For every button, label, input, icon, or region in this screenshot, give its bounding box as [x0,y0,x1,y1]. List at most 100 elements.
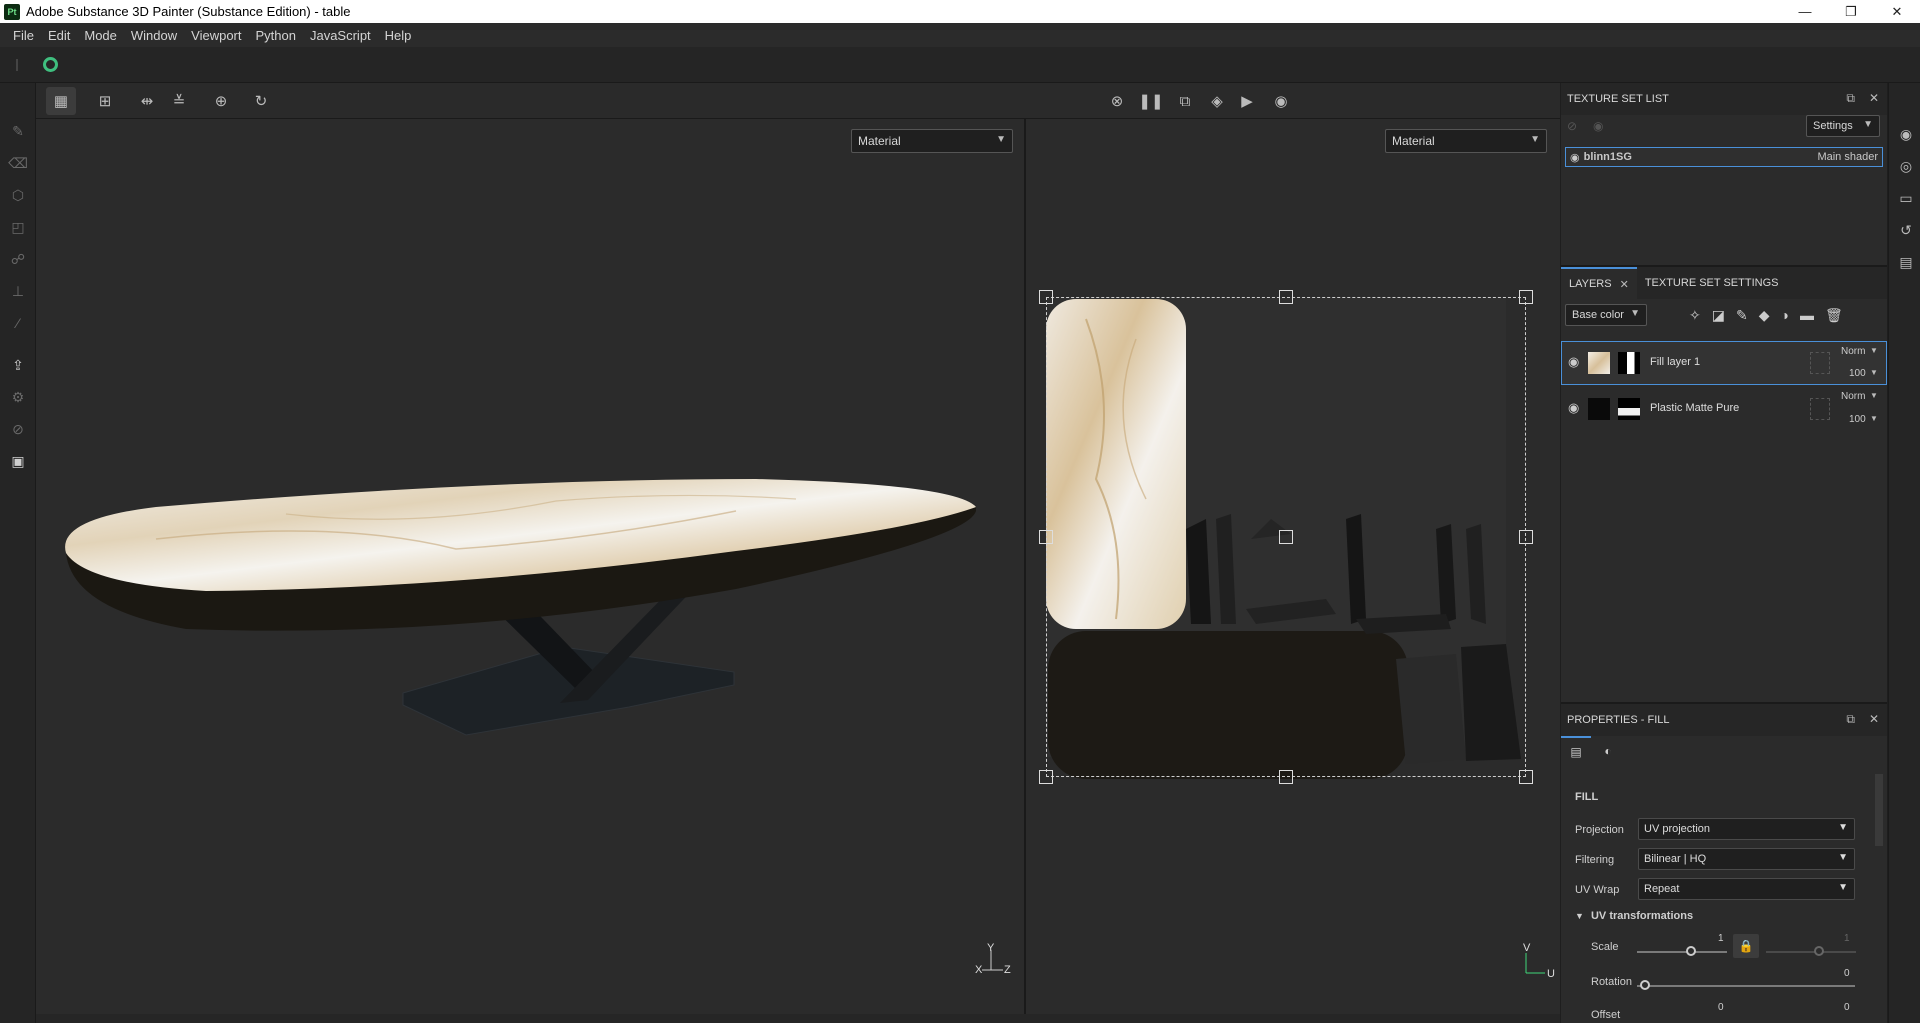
properties-tab-fill-icon[interactable]: ▤ [1561,736,1591,766]
scale-value[interactable]: 1 [1718,933,1724,944]
rotation-value[interactable]: 0 [1844,968,1850,979]
polygon-fill-icon[interactable]: ⊘ [8,419,28,439]
eye-icon[interactable]: ◉ [1593,119,1603,133]
camera-icon[interactable]: ▶ [1232,87,1262,115]
add-folder-icon[interactable]: ▬ [1800,307,1814,324]
close-window-button[interactable]: ✕ [1874,0,1920,23]
shader-settings-icon[interactable]: ◎ [1897,157,1915,175]
transform-handle[interactable] [1279,290,1293,304]
add-effect-icon[interactable]: ✧ [1689,307,1701,324]
rotation-slider-track[interactable] [1637,985,1855,987]
bake-settings-icon[interactable]: ⚙ [8,387,28,407]
offset-u-value[interactable]: 0 [1718,1002,1724,1013]
assets-icon[interactable]: ▭ [1897,189,1915,207]
transform-center-handle[interactable] [1279,530,1293,544]
transform-handle[interactable] [1039,290,1053,304]
log-icon[interactable]: ▤ [1897,253,1915,271]
close-panel-icon[interactable]: ✕ [1869,712,1879,727]
viewport-2d[interactable]: Material ▼ V U [1026,119,1560,1014]
texture-set-item[interactable]: ◉ blinn1SG Main shader [1565,147,1883,167]
symmetry-icon[interactable]: ⇹ [132,87,162,115]
layer-name[interactable]: Plastic Matte Pure [1650,402,1739,414]
display-settings-icon[interactable]: ◉ [1897,125,1915,143]
geometry-fill-icon[interactable]: ◰ [8,217,28,237]
transform-handle[interactable] [1039,770,1053,784]
transform-handle[interactable] [1519,290,1533,304]
grid-view-icon[interactable]: ⊞ [90,87,120,115]
projection-select[interactable]: UV projection ▼ [1638,818,1855,840]
filtering-select[interactable]: Bilinear | HQ ▼ [1638,848,1855,870]
texture-set-settings-select[interactable]: Settings ▼ [1806,115,1880,137]
minimize-button[interactable]: — [1782,0,1828,23]
align-icon[interactable]: ≚ [164,87,194,115]
visibility-eye-icon[interactable]: ◉ [1570,151,1580,164]
scale-slider-knob[interactable] [1686,946,1696,956]
properties-tab-material-icon[interactable]: ◐ [1593,736,1623,766]
float-panel-icon[interactable]: ⧉ [1846,712,1855,727]
layer-visibility-icon[interactable]: ◉ [1568,400,1579,416]
menu-viewport[interactable]: Viewport [184,28,248,43]
history-panel-icon[interactable]: ↺ [1897,221,1915,239]
hide-all-icon[interactable]: ⊘ [1567,119,1577,133]
layer-mask-thumbnail[interactable] [1618,398,1640,420]
layer-mask-thumbnail[interactable] [1618,352,1640,374]
uv-transformations-header[interactable]: ▼ UV transformations [1575,910,1693,922]
rotation-slider-knob[interactable] [1640,980,1650,990]
menu-edit[interactable]: Edit [41,28,77,43]
scale-v-slider-track[interactable] [1766,951,1856,953]
hide-icon[interactable]: ⊗ [1102,87,1132,115]
layer-name[interactable]: Fill layer 1 [1650,356,1700,368]
menu-file[interactable]: File [6,28,41,43]
color-picker-icon[interactable]: ⁄ [8,313,28,333]
restore-button[interactable]: ❐ [1828,0,1874,23]
layer-blend-mode[interactable]: Norm [1841,346,1865,362]
uv-wrap-select[interactable]: Repeat ▼ [1638,878,1855,900]
pause-icon[interactable]: ❚❚ [1136,87,1166,115]
add-paint-layer-icon[interactable]: ✎ [1736,307,1748,324]
export-icon[interactable]: ⇪ [8,355,28,375]
channel-select[interactable]: Base color ▼ [1565,304,1647,326]
paint-brush-icon[interactable]: ✎ [8,121,28,141]
add-view-icon[interactable]: ⊕ [206,87,236,115]
viewport-3d[interactable]: Material ▼ Y X Z [36,119,1024,1014]
scale-slider-track[interactable] [1637,951,1727,953]
history-icon[interactable]: ↻ [246,87,276,115]
menu-javascript[interactable]: JavaScript [303,28,378,43]
screenshot-tool-icon[interactable]: ▣ [8,451,28,471]
single-view-icon[interactable]: ▦ [46,87,76,115]
add-smart-material-icon[interactable]: ◑ [1780,307,1788,324]
layer-opacity[interactable]: 100 [1849,368,1866,384]
close-tab-icon[interactable]: ✕ [1620,278,1629,291]
properties-scrollbar[interactable] [1875,774,1883,846]
cube-icon[interactable]: ◈ [1202,87,1232,115]
smudge-icon[interactable]: ☍ [8,249,28,269]
close-panel-icon[interactable]: ✕ [1869,91,1879,106]
add-fill-layer-icon[interactable]: ◆ [1759,307,1770,324]
lock-ratio-icon[interactable]: 🔒 [1733,934,1759,958]
split-view-icon[interactable]: ⧉ [1170,87,1200,115]
menu-mode[interactable]: Mode [77,28,124,43]
screenshot-icon[interactable]: ◉ [1266,87,1296,115]
transform-handle[interactable] [1519,530,1533,544]
offset-v-value[interactable]: 0 [1844,1002,1850,1013]
tab-layers[interactable]: LAYERS ✕ [1561,267,1637,299]
layer-row[interactable]: ◉ Fill layer 1 Norm ▼ 100 ▼ [1561,341,1887,385]
layer-row[interactable]: ◉ Plastic Matte Pure Norm ▼ 100 ▼ [1561,387,1887,431]
tab-texture-set-settings[interactable]: TEXTURE SET SETTINGS [1637,267,1787,299]
float-panel-icon[interactable]: ⧉ [1846,91,1855,106]
menu-window[interactable]: Window [124,28,184,43]
layer-visibility-icon[interactable]: ◉ [1568,354,1579,370]
layer-opacity[interactable]: 100 [1849,414,1866,430]
status-indicator-icon[interactable] [43,57,58,72]
eraser-icon[interactable]: ⌫ [8,153,28,173]
scale-value-v[interactable]: 1 [1844,933,1850,944]
add-mask-icon[interactable]: ◪ [1712,307,1725,324]
transform-handle[interactable] [1039,530,1053,544]
transform-handle[interactable] [1279,770,1293,784]
transform-handle[interactable] [1519,770,1533,784]
layer-blend-mode[interactable]: Norm [1841,391,1865,407]
menu-help[interactable]: Help [378,28,419,43]
menu-python[interactable]: Python [248,28,302,43]
scale-v-slider-knob[interactable] [1814,946,1824,956]
delete-layer-icon[interactable]: 🗑 [1825,307,1843,324]
